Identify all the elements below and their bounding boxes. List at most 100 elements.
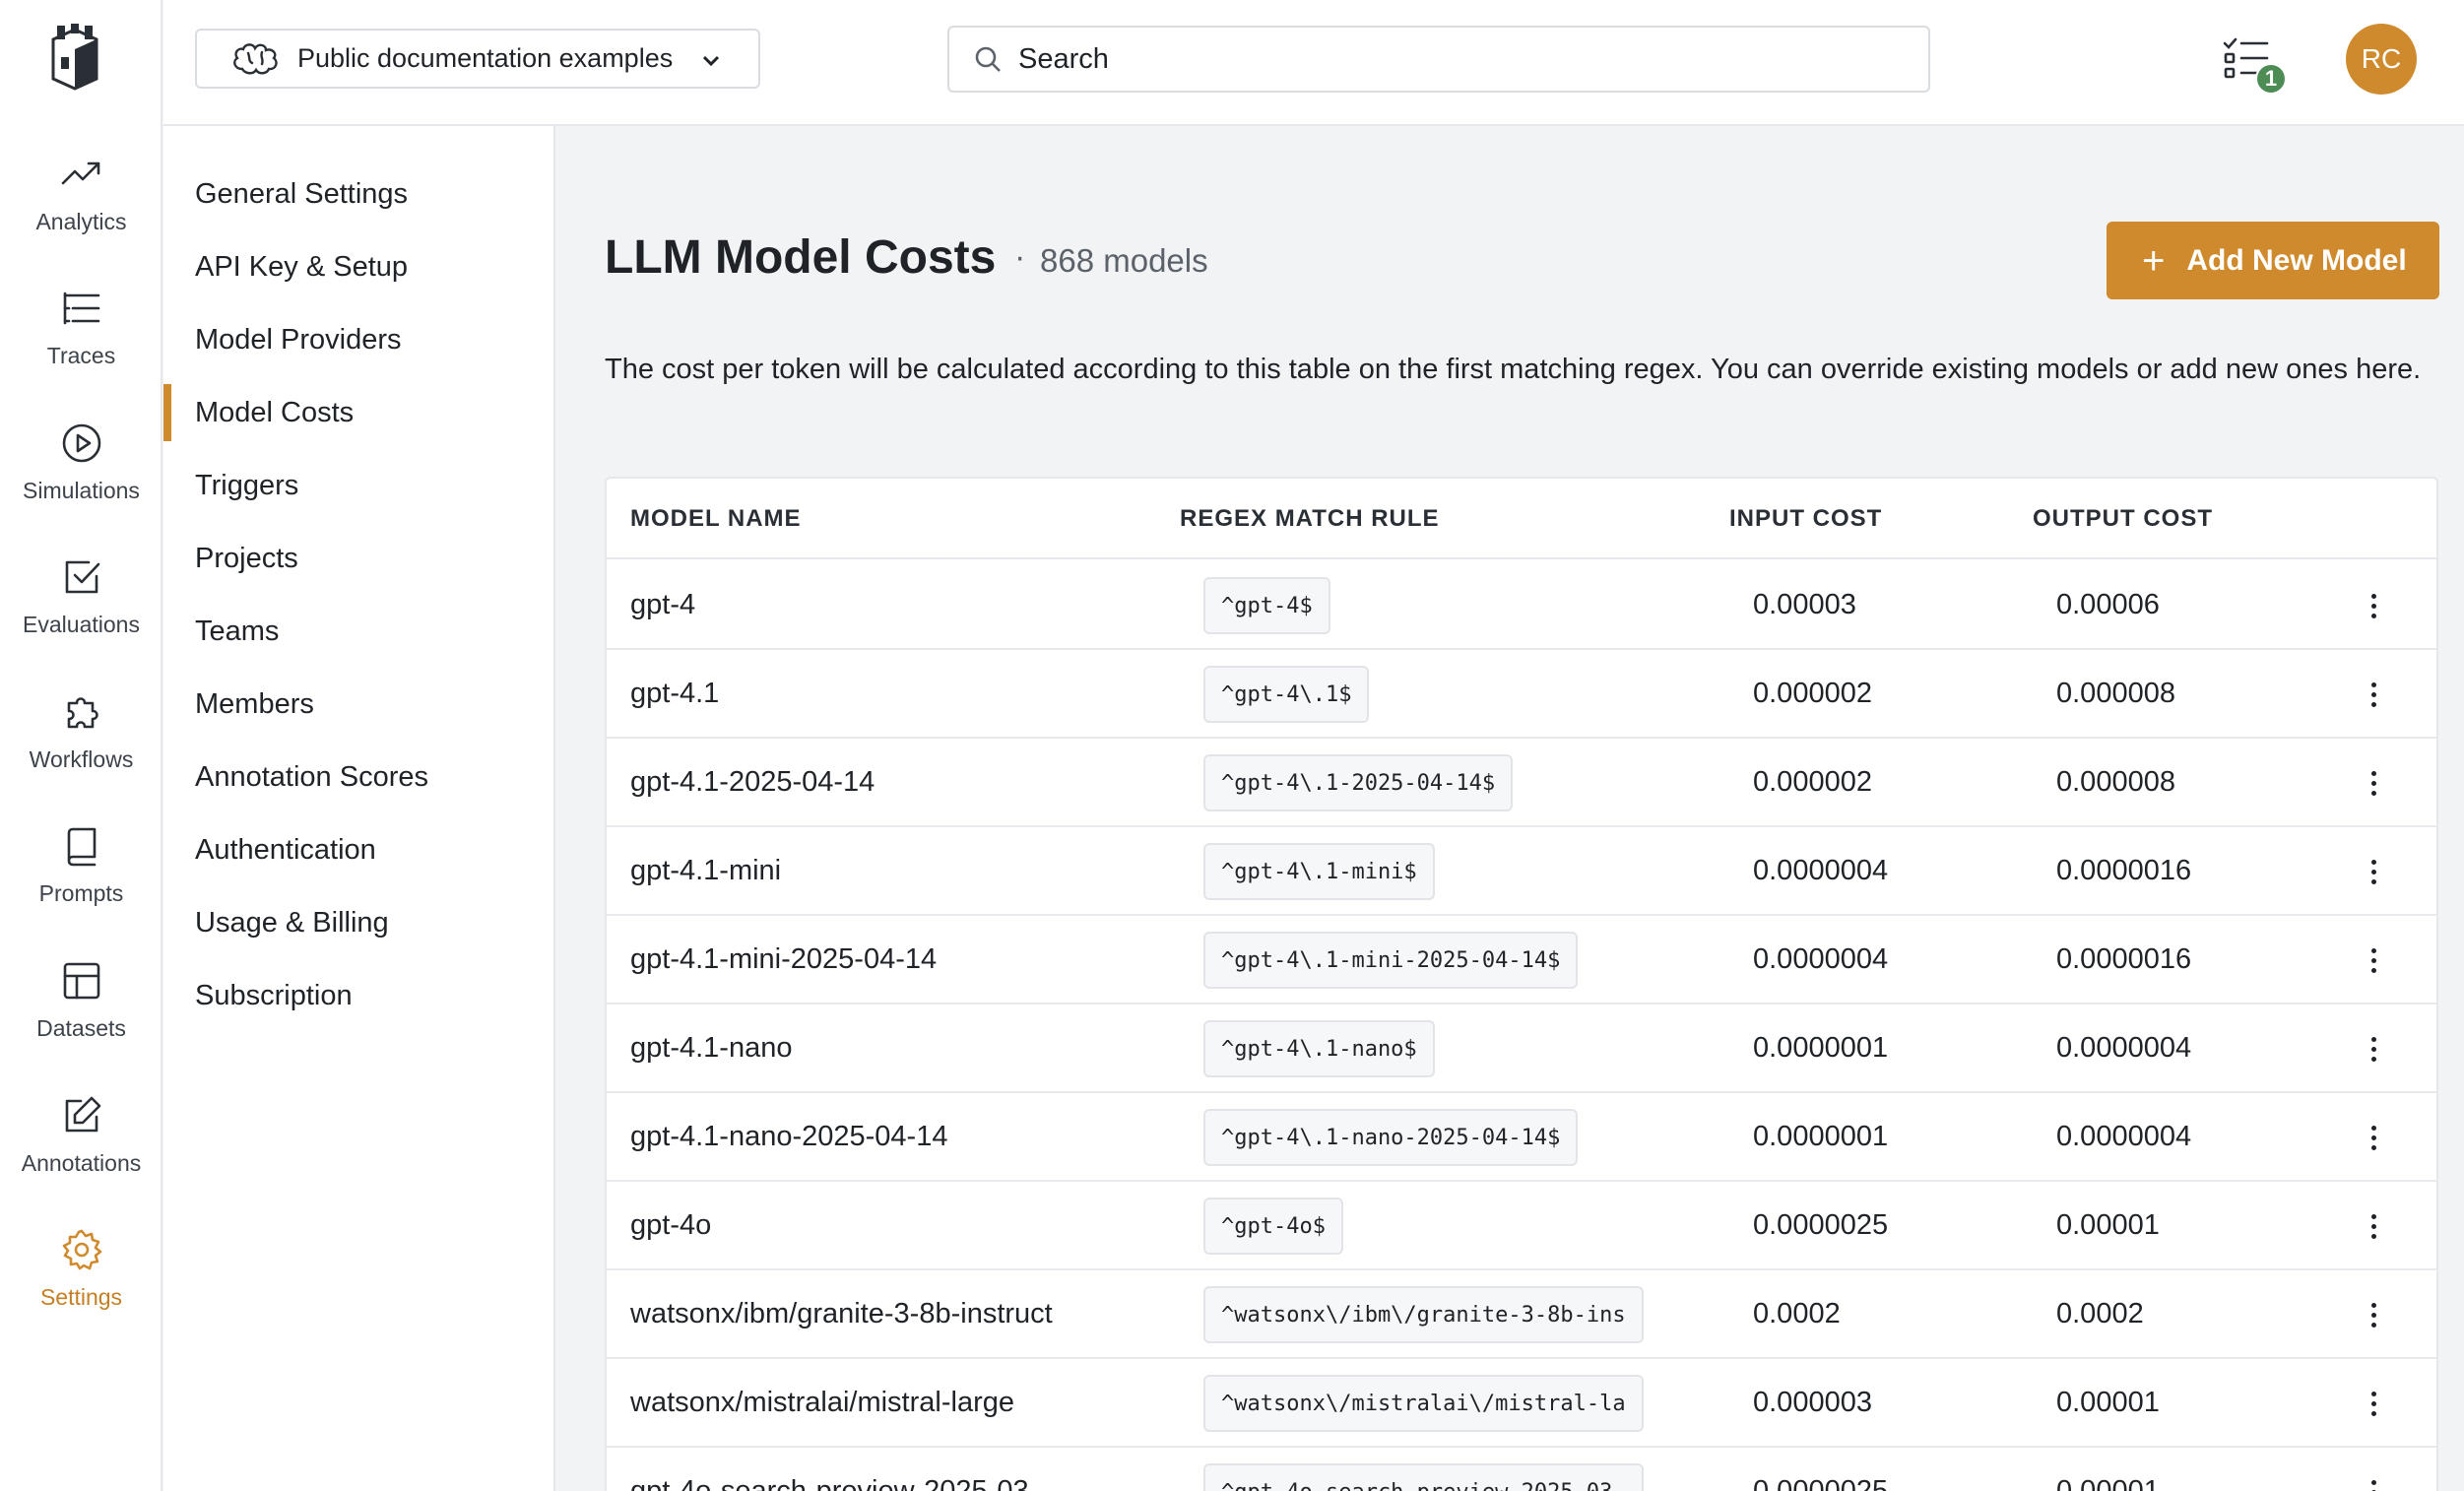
output-cost-cell: 0.00001 (2056, 1475, 2160, 1491)
more-options-icon[interactable] (2354, 585, 2393, 626)
table-row[interactable]: gpt-4.1 ^gpt-4\.1$ 0.000002 0.000008 (607, 650, 2436, 739)
table-icon (63, 962, 99, 1000)
table-row[interactable]: gpt-4 ^gpt-4$ 0.00003 0.00006 (607, 561, 2436, 650)
more-options-icon[interactable] (2354, 1471, 2393, 1491)
rail-item-datasets[interactable]: Datasets (0, 958, 162, 1067)
rail-item-label: Settings (39, 1284, 123, 1310)
model-name-cell: gpt-4.1 (630, 678, 720, 709)
avatar[interactable]: RC (2346, 24, 2417, 95)
list-tree-icon (63, 292, 99, 325)
subnav-item-usage-billing[interactable]: Usage & Billing (163, 894, 555, 951)
input-cost-cell: 0.00003 (1753, 589, 1856, 620)
search-box[interactable] (947, 26, 1930, 93)
rail-item-analytics[interactable]: Analytics (0, 152, 162, 260)
subnav-item-annotation-scores[interactable]: Annotation Scores (163, 748, 555, 806)
subnav-item-triggers[interactable]: Triggers (163, 457, 555, 514)
rail-item-traces[interactable]: Traces (0, 286, 162, 394)
tasks-button[interactable]: 1 (2222, 33, 2287, 98)
output-cost-cell: 0.00001 (2056, 1387, 2160, 1418)
output-cost-cell: 0.0000004 (2056, 1032, 2192, 1064)
rail-item-label: Analytics (35, 209, 127, 234)
subnav-item-teams[interactable]: Teams (163, 603, 555, 660)
model-name-cell: gpt-4.1-2025-04-14 (630, 766, 875, 798)
model-name-cell: gpt-4.1-nano (630, 1032, 793, 1064)
more-options-icon[interactable] (2354, 1383, 2393, 1424)
model-name-cell: gpt-4.1-mini (630, 855, 782, 886)
table-row[interactable]: watsonx/mistralai/mistral-large ^watsonx\… (607, 1359, 2436, 1448)
more-options-icon[interactable] (2354, 940, 2393, 981)
table-row[interactable]: gpt-4o-search-preview-2025-03 ^gpt-4o-sea… (607, 1448, 2436, 1491)
model-name-cell: gpt-4o (630, 1209, 712, 1241)
search-icon (975, 46, 1001, 72)
rail-item-prompts[interactable]: Prompts (0, 823, 162, 932)
rail-item-label: Annotations (21, 1150, 142, 1176)
output-cost-cell: 0.0000016 (2056, 855, 2192, 886)
rail-item-evaluations[interactable]: Evaluations (0, 554, 162, 663)
logo-icon[interactable] (47, 24, 102, 95)
subnav-item-model-providers[interactable]: Model Providers (163, 311, 555, 368)
subnav-item-authentication[interactable]: Authentication (163, 821, 555, 878)
rail-item-label: Simulations (23, 478, 140, 503)
subnav-item-members[interactable]: Members (163, 676, 555, 733)
rail-item-annotations[interactable]: Annotations (0, 1093, 162, 1201)
rail-item-workflows[interactable]: Workflows (0, 689, 162, 798)
rail-item-label: Workflows (29, 746, 134, 772)
subnav-item-general-settings[interactable]: General Settings (163, 165, 555, 223)
subnav-item-subscription[interactable]: Subscription (163, 967, 555, 1024)
more-options-icon[interactable] (2354, 851, 2393, 892)
rail-item-label: Evaluations (23, 612, 140, 637)
brain-icon (233, 42, 278, 74)
input-cost-cell: 0.000002 (1753, 678, 1872, 709)
rail-item-label: Datasets (36, 1015, 126, 1041)
rail-item-label: Traces (46, 343, 116, 368)
main-content: LLM Model Costs · 868 models + Add New M… (557, 128, 2464, 1491)
input-cost-cell: 0.0002 (1753, 1298, 1841, 1329)
add-new-model-button[interactable]: + Add New Model (2107, 222, 2439, 299)
more-options-icon[interactable] (2354, 762, 2393, 804)
output-cost-cell: 0.000008 (2056, 766, 2175, 798)
project-selector[interactable]: Public documentation examples (195, 29, 760, 89)
tasks-count-badge: 1 (2255, 63, 2287, 95)
header-output-cost: OUTPUT COST (2033, 505, 2213, 532)
more-options-icon[interactable] (2354, 1117, 2393, 1158)
header-input-cost: INPUT COST (1729, 505, 1883, 532)
regex-rule-chip: ^gpt-4o$ (1203, 1198, 1343, 1255)
search-input[interactable] (1018, 42, 1905, 76)
output-cost-cell: 0.00001 (2056, 1209, 2160, 1241)
more-options-icon[interactable] (2354, 1205, 2393, 1247)
title-separator: · (1014, 238, 1026, 276)
book-icon (67, 827, 96, 867)
more-options-icon[interactable] (2354, 674, 2393, 715)
input-cost-cell: 0.0000001 (1753, 1032, 1889, 1064)
table-row[interactable]: watsonx/ibm/granite-3-8b-instruct ^watson… (607, 1270, 2436, 1359)
table-row[interactable]: gpt-4.1-mini ^gpt-4\.1-mini$ 0.0000004 0.00… (607, 827, 2436, 916)
check-square-icon (65, 560, 99, 594)
plus-icon: + (2142, 238, 2166, 283)
icon-rail: Analytics Traces Simulations Evaluations Wor… (0, 0, 162, 1491)
add-new-model-label: Add New Model (2186, 243, 2407, 277)
regex-rule-chip: ^watsonx\/ibm\/granite-3-8b-ins (1203, 1286, 1644, 1343)
input-cost-cell: 0.0000004 (1753, 943, 1889, 975)
more-options-icon[interactable] (2354, 1294, 2393, 1335)
regex-rule-chip: ^gpt-4\.1-nano-2025-04-14$ (1203, 1109, 1579, 1166)
trending-up-icon (61, 162, 99, 185)
input-cost-cell: 0.0000004 (1753, 855, 1889, 886)
table-row[interactable]: gpt-4.1-nano-2025-04-14 ^gpt-4\.1-nano-20… (607, 1093, 2436, 1182)
chevron-down-icon (702, 55, 720, 67)
subnav-item-api-key-setup[interactable]: API Key & Setup (163, 238, 555, 295)
model-name-cell: gpt-4.1-mini-2025-04-14 (630, 943, 938, 975)
more-options-icon[interactable] (2354, 1028, 2393, 1070)
table-row[interactable]: gpt-4o ^gpt-4o$ 0.0000025 0.00001 (607, 1182, 2436, 1270)
table-row[interactable]: gpt-4.1-nano ^gpt-4\.1-nano$ 0.0000001 0.00… (607, 1005, 2436, 1093)
page-title: LLM Model Costs (605, 231, 997, 284)
model-name-cell: watsonx/ibm/granite-3-8b-instruct (630, 1298, 1053, 1329)
table-row[interactable]: gpt-4.1-2025-04-14 ^gpt-4\.1-2025-04-14$ 0… (607, 739, 2436, 827)
table-row[interactable]: gpt-4.1-mini-2025-04-14 ^gpt-4\.1-mini-20… (607, 916, 2436, 1005)
input-cost-cell: 0.000003 (1753, 1387, 1872, 1418)
rail-item-settings[interactable]: Settings (0, 1227, 162, 1335)
model-name-cell: gpt-4 (630, 589, 696, 620)
subnav-item-projects[interactable]: Projects (163, 530, 555, 587)
regex-rule-chip: ^gpt-4\.1-mini-2025-04-14$ (1203, 932, 1579, 989)
rail-item-simulations[interactable]: Simulations (0, 421, 162, 529)
subnav-item-model-costs[interactable]: Model Costs (163, 384, 555, 441)
